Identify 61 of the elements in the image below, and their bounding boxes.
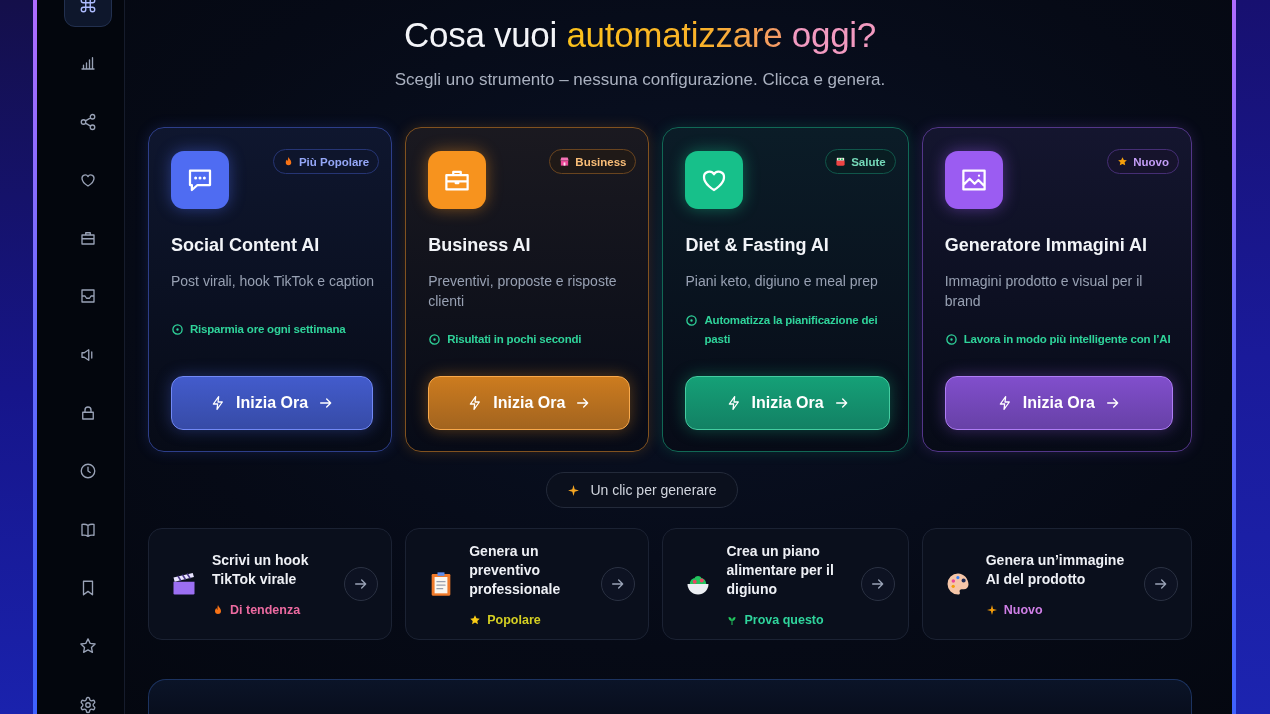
- tool-title: Generatore Immagini AI: [944, 234, 1149, 257]
- action-title: Genera un preventivo professionale: [469, 541, 562, 599]
- gear-icon: [78, 695, 97, 714]
- action-title: Scrivi un hook TikTok virale: [212, 551, 310, 589]
- benefit-text: Risparmia ore ogni settimana: [190, 322, 346, 337]
- benefit-text: Risultati in pochi secondi: [447, 332, 582, 347]
- page-subtitle: Scegli uno strumento – nessuna configurazione. Clicca e genera.: [393, 69, 887, 91]
- arrow-right-icon: [833, 395, 850, 411]
- tool-description: Piani keto, digiuno e meal prep: [685, 272, 879, 291]
- target-icon: [171, 323, 184, 336]
- quick-action-card[interactable]: Crea un piano alimentare per il digiuno Prova questo: [662, 528, 909, 640]
- go-button[interactable]: [601, 567, 636, 601]
- start-button[interactable]: Inizia Ora: [428, 376, 631, 430]
- page-title: Cosa vuoi automatizzare oggi?: [403, 14, 877, 56]
- tag-label: Nuovo: [1003, 603, 1043, 617]
- arrow-right-icon: [869, 576, 886, 592]
- target-icon: [685, 313, 699, 327]
- tool-description: Post virali, hook TikTok e caption: [171, 272, 376, 291]
- command-icon: [78, 0, 97, 14]
- go-button[interactable]: [1144, 567, 1178, 601]
- category-label: Salute: [851, 155, 886, 168]
- benefit-text: Automatizza la pianificazione dei pasti: [704, 312, 879, 347]
- briefcase-icon: [78, 229, 97, 248]
- store-icon: [559, 156, 571, 167]
- clock-icon: [78, 462, 97, 481]
- action-title: Genera un’immagine AI del prodotto: [985, 551, 1126, 589]
- tag-label: Prova questo: [744, 612, 824, 627]
- quick-action-card[interactable]: Genera un’immagine AI del prodotto Nuovo: [921, 528, 1192, 640]
- flame-icon: [212, 604, 224, 616]
- tool-title: Social Content AI: [171, 234, 321, 257]
- tag-label: Di tendenza: [230, 603, 301, 617]
- bar-chart-icon: [78, 54, 97, 73]
- go-button[interactable]: [344, 567, 379, 601]
- action-title: Crea un piano alimentare per il digiuno: [726, 541, 835, 599]
- food-box-icon: [835, 156, 847, 167]
- star-icon: [1117, 156, 1129, 167]
- quick-action-card[interactable]: Genera un preventivo professionale Popolare: [405, 528, 650, 640]
- tool-description: Immagini prodotto e visual per il brand: [944, 272, 1144, 311]
- target-icon: [944, 333, 958, 346]
- star-icon: [469, 613, 482, 626]
- category-label: Più Popolare: [298, 155, 370, 168]
- inbox-icon: [78, 287, 97, 306]
- start-button[interactable]: Inizia Ora: [685, 376, 890, 430]
- start-button[interactable]: Inizia Ora: [171, 376, 374, 430]
- tool-title: Business AI: [428, 234, 532, 257]
- share-icon: [78, 112, 97, 131]
- arrow-right-icon: [1104, 395, 1121, 411]
- category-label: Business: [575, 155, 627, 168]
- star-icon: [78, 637, 97, 656]
- start-button[interactable]: Inizia Ora: [944, 376, 1173, 430]
- tool-description: Preventivi, proposte e risposte clienti: [428, 272, 618, 311]
- hint-text: Un clic per generare: [590, 482, 717, 498]
- quick-action-card[interactable]: Scrivi un hook TikTok virale Di tendenza: [148, 528, 393, 640]
- tool-title: Diet & Fasting AI: [685, 234, 830, 257]
- benefit-text: Lavora in modo più intelligente con l’AI: [963, 332, 1171, 347]
- arrow-right-icon: [1153, 576, 1169, 592]
- target-icon: [428, 333, 442, 346]
- category-label: Nuovo: [1133, 155, 1169, 168]
- go-button[interactable]: [860, 567, 895, 601]
- sparkle-icon: [567, 483, 581, 497]
- tag-label: Popolare: [487, 612, 541, 627]
